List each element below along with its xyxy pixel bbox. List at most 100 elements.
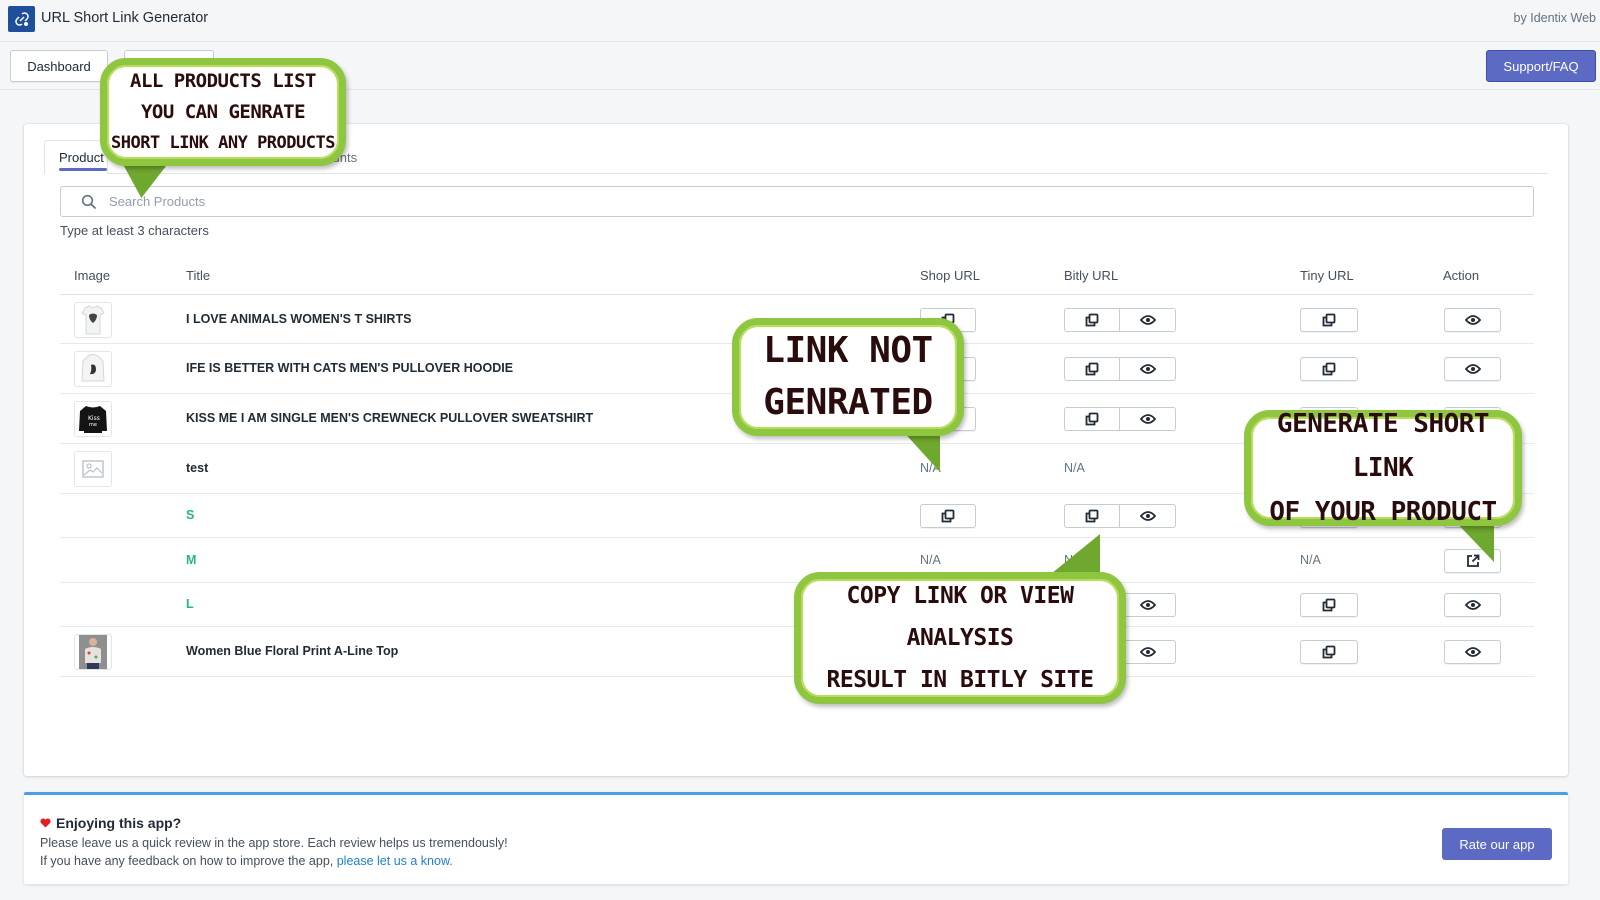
product-title: IFE IS BETTER WITH CATS MEN'S PULLOVER H… xyxy=(186,361,514,375)
view-product-button[interactable] xyxy=(1444,307,1501,332)
copy-icon xyxy=(1085,412,1099,426)
view-product-button[interactable] xyxy=(1444,357,1501,381)
search-field[interactable] xyxy=(60,186,1534,217)
image-placeholder-icon xyxy=(82,460,104,478)
product-thumbnail xyxy=(74,301,112,338)
dashboard-button[interactable]: Dashboard xyxy=(10,50,108,82)
top-bar: URL Short Link Generator by Identix Web xyxy=(0,0,1600,42)
review-banner: Enjoying this app? Please leave us a qui… xyxy=(24,792,1568,884)
copy-shop-url-button[interactable] xyxy=(920,504,976,528)
link-icon xyxy=(14,12,29,26)
feedback-link[interactable]: please let us a know. xyxy=(337,854,453,868)
product-thumbnail-image xyxy=(79,635,107,669)
view-product-button[interactable] xyxy=(1444,640,1501,664)
callout-text: Genrated xyxy=(763,382,933,423)
copy-bitly-url-button[interactable] xyxy=(1064,504,1120,528)
copy-icon xyxy=(1322,313,1336,326)
review-message: Please leave us a quick review in the ap… xyxy=(40,836,508,850)
table-header: Image Title Shop URL Bitly URL Tiny URL … xyxy=(60,254,1534,295)
product-thumbnail-image xyxy=(81,304,105,334)
eye-icon xyxy=(1139,364,1156,374)
product-title: I LOVE ANIMALS WOMEN'S T SHIRTS xyxy=(186,311,412,326)
callout-text: Copy Link or View Analysis xyxy=(846,583,1074,651)
callout-text: All Products List xyxy=(130,69,316,92)
product-thumbnail: Kiss me xyxy=(74,401,112,437)
product-thumbnail xyxy=(74,351,112,387)
copy-bitly-url-button[interactable] xyxy=(1064,357,1120,381)
product-thumbnail xyxy=(74,451,112,487)
bitly-button-group xyxy=(1064,504,1176,528)
feedback-message: If you have any feedback on how to impro… xyxy=(40,854,453,868)
product-thumbnail-image xyxy=(81,354,105,382)
eye-icon xyxy=(1464,364,1481,374)
tab-products-label: Product xyxy=(59,150,104,165)
callout-products-list: All Products List You Can genrate short … xyxy=(100,58,346,166)
view-bitly-analytics-button[interactable] xyxy=(1120,357,1176,381)
eye-icon xyxy=(1139,511,1156,521)
support-faq-button[interactable]: Support/FAQ xyxy=(1486,50,1596,82)
callout-text: Generate Short Link xyxy=(1276,409,1490,483)
eye-icon xyxy=(1139,600,1156,610)
product-thumbnail xyxy=(74,634,112,670)
copy-icon xyxy=(1322,362,1336,376)
product-title: Women Blue Floral Print A-Line Top xyxy=(186,644,399,658)
view-bitly-analytics-button[interactable] xyxy=(1120,307,1176,332)
svg-text:me: me xyxy=(89,422,97,428)
copy-bitly-url-button[interactable] xyxy=(1064,307,1120,332)
copy-tiny-url-button[interactable] xyxy=(1300,357,1358,381)
copy-tiny-url-button[interactable] xyxy=(1300,640,1358,664)
copy-icon xyxy=(1085,313,1099,326)
search-input[interactable] xyxy=(109,194,1509,209)
product-title: KISS ME I AM SINGLE MEN'S CREWNECK PULLO… xyxy=(186,411,594,425)
eye-icon xyxy=(1464,314,1481,325)
variant-title: L xyxy=(186,597,194,611)
app-title: URL Short Link Generator xyxy=(41,10,209,26)
variant-title: S xyxy=(186,508,195,522)
column-image: Image xyxy=(74,268,111,283)
copy-tiny-url-button[interactable] xyxy=(1300,307,1358,332)
bitly-button-group xyxy=(1064,407,1176,431)
active-tab-indicator xyxy=(59,168,107,171)
product-thumbnail-image: Kissme xyxy=(79,406,107,433)
eye-icon xyxy=(1464,647,1481,657)
copy-icon xyxy=(941,509,955,523)
feedback-prefix: If you have any feedback on how to impro… xyxy=(40,854,337,868)
svg-text:Kiss: Kiss xyxy=(88,415,100,422)
tab-products[interactable]: Product xyxy=(44,140,108,174)
column-shop-url: Shop URL xyxy=(920,268,980,283)
view-bitly-analytics-button[interactable] xyxy=(1120,504,1176,528)
copy-bitly-url-button[interactable] xyxy=(1064,407,1120,431)
eye-icon xyxy=(1139,414,1156,424)
eye-icon xyxy=(1464,600,1481,610)
callout-copy-view: Copy Link or View Analysis Result in Bit… xyxy=(794,572,1126,704)
copy-icon xyxy=(1322,598,1336,612)
copy-tiny-url-button[interactable] xyxy=(1300,593,1358,617)
app-logo xyxy=(8,6,35,32)
bitly-button-group xyxy=(1064,307,1176,332)
product-title: test xyxy=(186,461,209,475)
callout-text: Result in Bitly Site xyxy=(826,667,1094,693)
callout-text: short link any products xyxy=(111,132,335,153)
column-title: Title xyxy=(186,268,211,283)
view-bitly-analytics-button[interactable] xyxy=(1120,407,1176,431)
heart-icon xyxy=(40,818,51,828)
variant-title: M xyxy=(186,552,197,567)
bitly-url-na: N/A xyxy=(1064,461,1085,475)
callout-text: Of Your Product xyxy=(1269,497,1497,527)
view-bitly-analytics-button[interactable] xyxy=(1120,593,1176,617)
callout-text: You Can genrate xyxy=(140,100,306,123)
copy-icon xyxy=(1322,645,1336,659)
vendor-credit: by Identix Web xyxy=(1513,11,1596,25)
search-icon xyxy=(81,194,97,209)
column-bitly-url: Bitly URL xyxy=(1064,268,1119,283)
review-heading-text: Enjoying this app? xyxy=(56,815,182,831)
copy-icon xyxy=(1085,362,1099,376)
view-bitly-analytics-button[interactable] xyxy=(1120,640,1176,664)
eye-icon xyxy=(1139,314,1156,325)
bitly-button-group xyxy=(1064,357,1176,381)
rate-app-button[interactable]: Rate our app xyxy=(1442,828,1552,860)
column-action: Action xyxy=(1443,268,1480,283)
callout-generate-short-link: Generate Short Link Of Your Product xyxy=(1244,409,1522,527)
view-product-button[interactable] xyxy=(1444,593,1501,617)
eye-icon xyxy=(1139,647,1156,657)
